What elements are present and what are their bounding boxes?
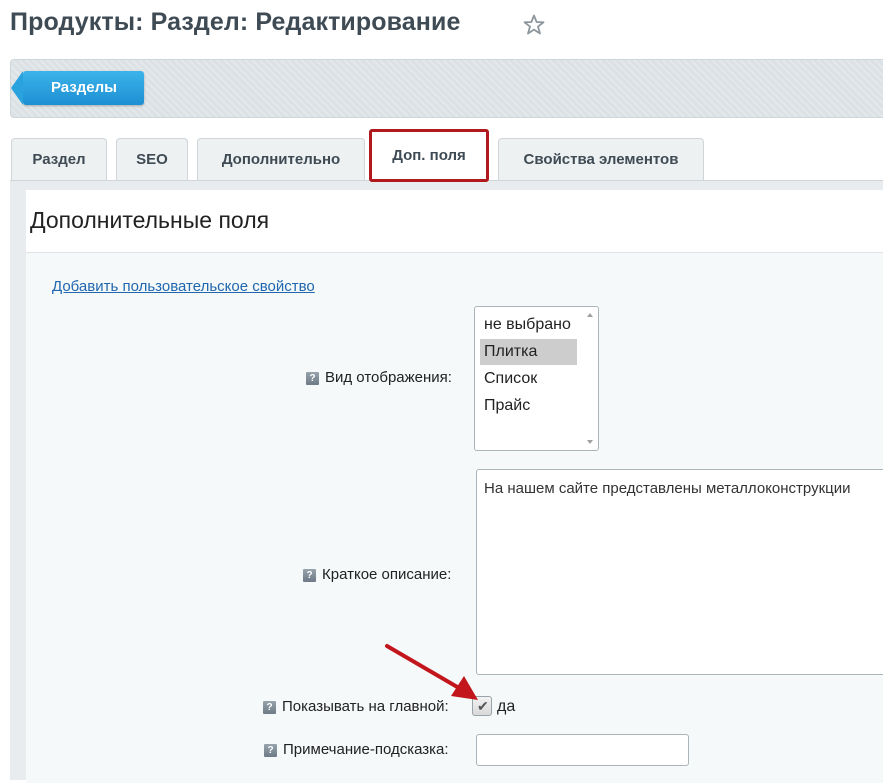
display-type-label: ? Вид отображения: [306, 369, 452, 386]
short-description-label-text: Краткое описание: [322, 566, 452, 583]
display-type-option[interactable]: не выбрано [480, 312, 577, 338]
display-type-option[interactable]: Список [480, 366, 577, 392]
short-description-label: ? Краткое описание: [303, 566, 451, 583]
display-type-label-text: Вид отображения: [325, 369, 452, 386]
add-custom-property-link[interactable]: Добавить пользовательское свойство [52, 278, 315, 295]
scroll-up-arrow-icon[interactable] [587, 313, 593, 317]
help-icon[interactable]: ? [303, 569, 316, 582]
section-title: Дополнительные поля [30, 207, 270, 233]
back-to-sections-button[interactable]: Разделы [11, 71, 144, 105]
scroll-down-arrow-icon[interactable] [587, 440, 593, 444]
tab-element-properties[interactable]: Свойства элементов [498, 138, 704, 180]
hint-note-input[interactable] [476, 734, 689, 766]
display-type-option-selected[interactable]: Плитка [480, 339, 577, 365]
tab-section[interactable]: Раздел [11, 138, 107, 180]
checkmark-icon: ✔ [477, 698, 489, 714]
display-type-option[interactable]: Прайс [480, 393, 577, 419]
help-icon[interactable]: ? [306, 372, 319, 385]
show-on-main-label: ? Показывать на главной: [263, 698, 449, 715]
help-icon[interactable]: ? [263, 701, 276, 714]
tab-seo[interactable]: SEO [116, 138, 188, 180]
page-title: Продукты: Раздел: Редактирование [10, 8, 461, 36]
help-icon[interactable]: ? [264, 744, 277, 757]
short-description-textarea[interactable]: На нашем сайте представлены металлоконст… [476, 469, 883, 675]
star-icon[interactable] [522, 13, 546, 37]
hint-note-label-text: Примечание-подсказка: [283, 741, 449, 758]
hint-note-label: ? Примечание-подсказка: [264, 741, 449, 758]
show-on-main-checkbox-label[interactable]: да [497, 698, 515, 716]
tab-additional[interactable]: Дополнительно [197, 138, 365, 180]
tab-extra-fields[interactable]: Доп. поля [369, 129, 489, 182]
show-on-main-label-text: Показывать на главной: [282, 698, 449, 715]
display-type-listbox[interactable]: не выбрано Плитка Список Прайс [474, 306, 599, 451]
show-on-main-checkbox[interactable]: ✔ [472, 696, 492, 716]
